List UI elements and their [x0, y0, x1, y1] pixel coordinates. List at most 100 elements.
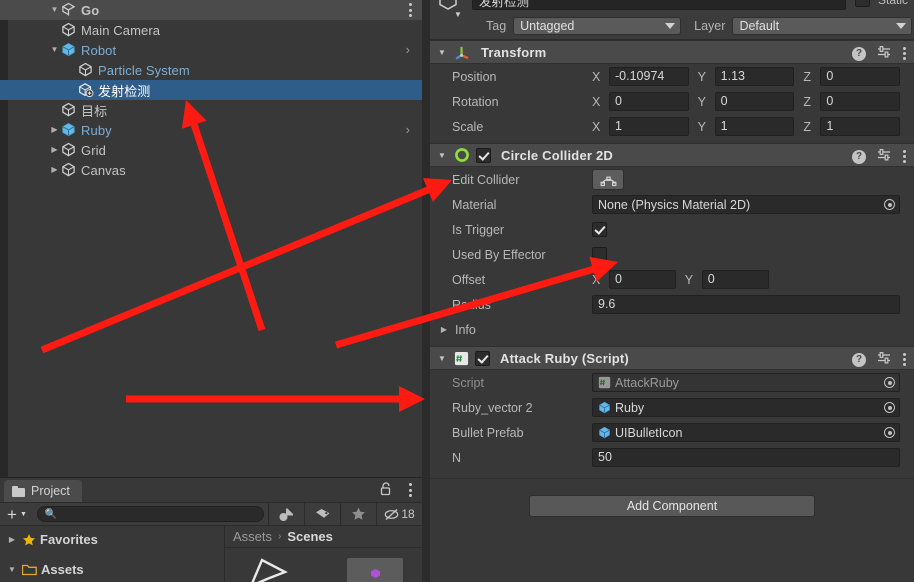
- component-header[interactable]: ▼ Circle Collider 2D?: [430, 143, 914, 167]
- chevron-down-icon[interactable]: ▼: [48, 0, 61, 20]
- kebab-menu-icon[interactable]: [409, 483, 412, 497]
- kebab-menu-icon[interactable]: [409, 3, 412, 17]
- chevron-right-icon[interactable]: ▶: [48, 160, 61, 180]
- project-folder-tree[interactable]: ▶ Favorites ▼ Assets: [0, 526, 225, 582]
- project-panel[interactable]: Project + ▼ 🔍 18 ▶ Favorites ▼ Assets As…: [0, 477, 422, 582]
- kebab-menu-icon[interactable]: [903, 353, 906, 366]
- project-tree-item-assets[interactable]: ▼ Assets: [0, 559, 224, 580]
- hierarchy-scene-label: Go: [81, 2, 100, 18]
- hierarchy-scene-row[interactable]: ▼ Go: [0, 0, 422, 20]
- breadcrumb-current[interactable]: Scenes: [287, 529, 333, 544]
- field-input-rotation-x[interactable]: 0: [609, 92, 689, 111]
- field-input-rotation-z[interactable]: 0: [820, 92, 901, 111]
- asset-thumbnail-prefab[interactable]: [347, 558, 403, 582]
- checkbox-is-trigger[interactable]: [592, 222, 607, 237]
- hierarchy-item-particle-system[interactable]: Particle System: [0, 60, 422, 80]
- hierarchy-item-[interactable]: 目标: [0, 100, 422, 120]
- field-input-offset-x[interactable]: 0: [609, 270, 676, 289]
- field-input-scale-x[interactable]: 1: [609, 117, 689, 136]
- asset-grid[interactable]: [225, 548, 422, 582]
- foldout-info[interactable]: ▶ Info: [430, 317, 914, 342]
- tag-layer-row[interactable]: ▼ Tag Untagged Layer Default: [430, 10, 914, 40]
- gameobject-name-input[interactable]: 发射检测: [472, 0, 846, 10]
- chevron-right-icon[interactable]: ▶: [48, 140, 61, 160]
- component-enabled-checkbox[interactable]: [475, 350, 490, 366]
- static-checkbox[interactable]: [855, 0, 870, 7]
- panel-divider[interactable]: [422, 0, 430, 582]
- component-header[interactable]: ▼ Attack Ruby (Script)?: [430, 346, 914, 370]
- project-search-box[interactable]: 🔍: [36, 506, 264, 522]
- component-transform: ▼ Transform? Position X -0.10974 Y 1.13 Z 0 Rotat…: [430, 40, 914, 143]
- hierarchy-item-canvas[interactable]: ▶ Canvas: [0, 160, 422, 180]
- chevron-down-icon[interactable]: ▼: [6, 565, 18, 574]
- checkbox-used-by-effector[interactable]: [592, 247, 607, 262]
- chevron-down-icon[interactable]: ▼: [436, 354, 448, 363]
- hierarchy-item-grid[interactable]: ▶ Grid: [0, 140, 422, 160]
- chevron-right-icon[interactable]: ▶: [6, 535, 18, 544]
- object-picker-icon[interactable]: [882, 425, 897, 440]
- preset-icon[interactable]: [877, 45, 892, 62]
- search-input[interactable]: [61, 508, 256, 520]
- project-tree-item-favorites[interactable]: ▶ Favorites: [0, 529, 224, 550]
- object-picker-icon[interactable]: [882, 197, 897, 212]
- chevron-down-icon[interactable]: ▼: [436, 151, 448, 160]
- field-input-rotation-y[interactable]: 0: [714, 92, 795, 111]
- create-asset-button[interactable]: + ▼: [0, 506, 33, 523]
- chevron-right-icon[interactable]: ▶: [48, 120, 61, 140]
- field-object-bullet-prefab[interactable]: UIBulletIcon: [592, 423, 900, 442]
- tag-dropdown[interactable]: Untagged: [513, 16, 682, 35]
- chevron-down-icon[interactable]: ▼: [48, 40, 61, 60]
- hierarchy-panel[interactable]: ▼ Go Main Camera ▼ Robot › Particle System 发射检测…: [0, 0, 422, 477]
- object-picker-icon[interactable]: [882, 375, 897, 390]
- field-object-value: None (Physics Material 2D): [598, 197, 751, 212]
- preset-icon[interactable]: [877, 148, 892, 165]
- hierarchy-item-ruby[interactable]: ▶ Ruby ›: [0, 120, 422, 140]
- object-picker-icon[interactable]: [882, 400, 897, 415]
- field-object-script[interactable]: AttackRuby: [592, 373, 900, 392]
- help-icon[interactable]: ?: [852, 149, 866, 164]
- field-input-scale-y[interactable]: 1: [714, 117, 795, 136]
- field-input-offset-y[interactable]: 0: [701, 270, 769, 289]
- chevron-right-icon[interactable]: ▶: [438, 325, 450, 334]
- edit-collider-button[interactable]: [592, 169, 624, 190]
- breadcrumb-root[interactable]: Assets: [233, 529, 272, 544]
- field-input-n[interactable]: 50: [592, 448, 900, 467]
- field-input-position-z[interactable]: 0: [820, 67, 901, 86]
- hierarchy-item-robot[interactable]: ▼ Robot ›: [0, 40, 422, 60]
- inspector-panel[interactable]: 发射检测 Static ▼ Tag Untagged Layer Default…: [430, 0, 914, 582]
- field-object-material[interactable]: None (Physics Material 2D): [592, 195, 900, 214]
- chevron-down-icon[interactable]: ▼: [436, 48, 448, 57]
- hierarchy-item-[interactable]: 发射检测: [0, 80, 422, 100]
- help-icon[interactable]: ?: [852, 352, 866, 367]
- hidden-assets-toggle[interactable]: 18: [376, 502, 422, 526]
- breadcrumb[interactable]: Assets › Scenes: [225, 526, 422, 548]
- field-row-ruby-vector-2: Ruby_vector 2 Ruby: [430, 395, 914, 420]
- project-toolbar[interactable]: + ▼ 🔍 18: [0, 502, 422, 526]
- field-input-scale-z[interactable]: 1: [820, 117, 901, 136]
- add-component-button[interactable]: Add Component: [529, 494, 815, 517]
- component-enabled-checkbox[interactable]: [476, 147, 491, 163]
- filter-by-type-icon[interactable]: [268, 502, 304, 526]
- asset-thumbnail-scene[interactable]: [245, 556, 293, 582]
- hierarchy-item-main-camera[interactable]: Main Camera: [0, 20, 422, 40]
- tab-project[interactable]: Project: [4, 480, 82, 502]
- preset-icon[interactable]: [877, 351, 892, 368]
- field-object-ruby-vector-2[interactable]: Ruby: [592, 398, 900, 417]
- chevron-right-icon[interactable]: ›: [406, 122, 410, 138]
- field-input-position-x[interactable]: -0.10974: [609, 67, 689, 86]
- gameobject-name-row[interactable]: 发射检测 Static: [430, 0, 914, 12]
- field-input-radius[interactable]: 9.6: [592, 295, 900, 314]
- project-content-area[interactable]: Assets › Scenes: [225, 526, 422, 582]
- help-icon[interactable]: ?: [852, 46, 866, 61]
- kebab-menu-icon[interactable]: [903, 150, 906, 163]
- chevron-right-icon[interactable]: ›: [406, 42, 410, 58]
- field-input-position-y[interactable]: 1.13: [714, 67, 795, 86]
- folder-open-icon: [22, 564, 37, 576]
- component-header[interactable]: ▼ Transform?: [430, 40, 914, 64]
- filter-by-label-icon[interactable]: [304, 502, 340, 526]
- layer-dropdown[interactable]: Default: [732, 16, 913, 35]
- favorites-star-icon[interactable]: [340, 502, 376, 526]
- lock-open-icon[interactable]: [380, 482, 392, 499]
- chevron-down-icon[interactable]: ▼: [454, 10, 462, 19]
- kebab-menu-icon[interactable]: [903, 47, 906, 60]
